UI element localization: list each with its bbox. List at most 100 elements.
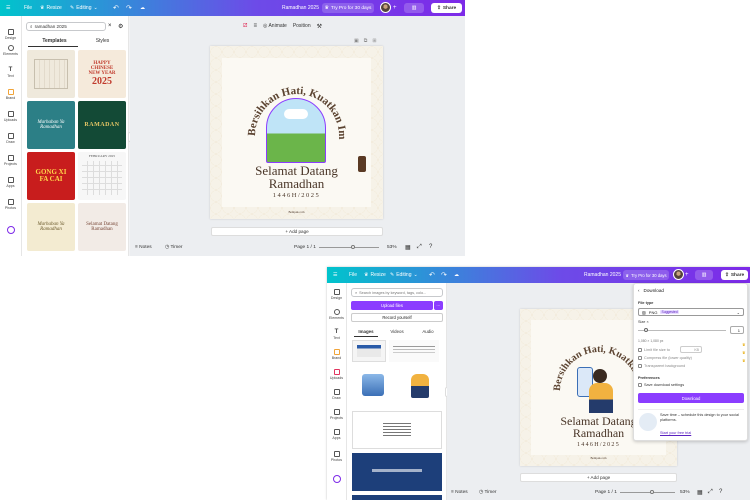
zoom-slider-thumb[interactable] xyxy=(650,490,654,494)
file-menu[interactable]: File xyxy=(349,267,357,283)
tab-images[interactable]: Images xyxy=(351,329,381,334)
template-thumb-4[interactable]: RAMADAN xyxy=(78,101,126,149)
filter-icon[interactable]: ⚒ xyxy=(317,23,322,30)
redo-icon[interactable]: ↷ xyxy=(126,0,132,16)
rail-text[interactable]: T Text xyxy=(327,329,346,340)
avatar[interactable] xyxy=(380,2,391,13)
file-menu[interactable]: File xyxy=(24,0,32,16)
border-style-icon[interactable]: ≡ xyxy=(253,23,257,29)
compress-checkbox[interactable] xyxy=(638,356,642,360)
help-icon[interactable]: ? xyxy=(429,244,432,250)
rail-projects[interactable]: Projects xyxy=(0,155,21,166)
search-input[interactable]: ⌕ Search images by keyword, tags, colo... xyxy=(351,288,443,297)
add-collaborator-icon[interactable]: + xyxy=(393,0,397,16)
template-thumb-5[interactable]: GONG XI FA CAI xyxy=(27,152,75,200)
resize-button[interactable]: ♛ Resize xyxy=(40,0,62,16)
start-trial-link[interactable]: Start your free trial xyxy=(660,431,691,435)
close-icon[interactable]: × xyxy=(108,23,112,29)
back-arrow-icon[interactable]: ‹ xyxy=(638,288,640,293)
document-title[interactable]: Ramadhan 2025 xyxy=(584,267,621,283)
title-line-2[interactable]: Ramadhan xyxy=(210,177,383,190)
design-page[interactable]: Bersihkan Hati, Kuatkan Iman Selamat Dat… xyxy=(210,46,383,219)
avatar[interactable] xyxy=(673,269,684,280)
editing-mode-button[interactable]: ✎ Editing ⌄ xyxy=(70,0,98,16)
template-thumb-8[interactable]: Selamat Datang Ramadhan xyxy=(78,203,126,251)
add-collaborator-icon[interactable]: + xyxy=(685,267,689,283)
template-thumb-6[interactable]: FEBRUARY 2025 xyxy=(78,152,126,200)
more-options-icon[interactable]: ⋯ xyxy=(434,301,443,310)
rail-draw[interactable]: Draw xyxy=(0,133,21,144)
zoom-slider[interactable] xyxy=(620,492,675,493)
upload-thumb-1[interactable] xyxy=(352,340,386,362)
limit-file-size-checkbox[interactable] xyxy=(638,348,642,352)
redo-icon[interactable]: ↷ xyxy=(441,267,447,283)
add-page-button[interactable]: + Add page xyxy=(211,227,383,236)
add-page-icon[interactable]: ⊞ xyxy=(372,38,376,44)
rail-text[interactable]: T Text xyxy=(0,67,21,78)
file-type-select[interactable]: ▨ PNG Suggested ⌄ xyxy=(638,308,744,316)
notes-button[interactable]: ≡ Notes xyxy=(135,245,152,250)
zoom-level[interactable]: 53% xyxy=(387,245,397,250)
duplicate-icon[interactable]: ⧉ xyxy=(364,38,368,44)
tab-audio[interactable]: Audio xyxy=(413,329,443,334)
upload-thumb-3[interactable] xyxy=(352,366,394,406)
resize-button[interactable]: ♛ Resize xyxy=(364,267,386,283)
position-button[interactable]: Position xyxy=(293,23,311,29)
save-settings-checkbox[interactable] xyxy=(638,383,642,387)
notes-button[interactable]: ≡ Notes xyxy=(451,490,468,495)
template-thumb-7[interactable]: Marhaban Ya Ramadhan xyxy=(27,203,75,251)
template-thumb-2[interactable]: HAPPY CHINESE NEW YEAR 2025 xyxy=(78,50,126,98)
rail-photos[interactable]: Photos xyxy=(0,199,21,210)
analytics-icon[interactable]: ▥ xyxy=(404,3,424,13)
rail-design[interactable]: Design xyxy=(327,289,346,300)
year-text[interactable]: 1446H/2025 xyxy=(520,442,677,448)
save-settings-row[interactable]: Save download settings xyxy=(638,383,684,387)
size-input[interactable]: 1 xyxy=(730,326,744,334)
illustration-frame[interactable] xyxy=(571,357,626,413)
tab-videos[interactable]: Videos xyxy=(382,329,412,334)
upload-thumb-4[interactable] xyxy=(399,366,441,406)
rail-brand[interactable]: Brand xyxy=(327,349,346,360)
rail-apps[interactable]: Apps xyxy=(0,177,21,188)
upload-thumb-7[interactable] xyxy=(352,495,442,500)
timer-button[interactable]: ◷ Timer xyxy=(479,490,497,495)
analytics-icon[interactable]: ▥ xyxy=(695,270,713,280)
rail-brand[interactable]: Brand xyxy=(0,89,21,100)
rail-elements[interactable]: Elements xyxy=(327,309,346,320)
zoom-slider-thumb[interactable] xyxy=(351,245,355,249)
record-yourself-button[interactable]: Record yourself xyxy=(351,313,443,322)
document-title[interactable]: Ramadhan 2025 xyxy=(282,0,319,16)
size-slider[interactable] xyxy=(638,330,726,331)
upload-thumb-5[interactable] xyxy=(352,411,442,449)
grid-view-icon[interactable]: ▦ xyxy=(697,489,703,496)
page-indicator[interactable]: Page 1 / 1 xyxy=(595,490,617,495)
zoom-slider[interactable] xyxy=(319,247,379,248)
undo-icon[interactable]: ↶ xyxy=(113,0,119,16)
rail-uploads[interactable]: Uploads xyxy=(0,111,21,122)
upload-thumb-6[interactable] xyxy=(352,453,442,491)
animate-button[interactable]: ◎ Animate xyxy=(263,23,287,29)
undo-icon[interactable]: ↶ xyxy=(429,267,435,283)
rail-projects[interactable]: Projects xyxy=(327,409,346,420)
rail-uploads[interactable]: Uploads xyxy=(327,369,346,380)
rail-design[interactable]: Design xyxy=(0,29,21,40)
landscape-frame-image[interactable] xyxy=(266,98,326,163)
zoom-level[interactable]: 53% xyxy=(680,490,690,495)
transparent-bg-checkbox[interactable] xyxy=(638,364,642,368)
grid-view-icon[interactable]: ▦ xyxy=(405,244,411,251)
help-icon[interactable]: ? xyxy=(719,489,722,495)
transparent-bg-row[interactable]: Transparent background xyxy=(638,364,685,368)
compress-row[interactable]: Compress file (lower quality) xyxy=(638,356,692,360)
download-button[interactable]: Download xyxy=(638,393,744,403)
editing-mode-button[interactable]: ✎ Editing ⌄ xyxy=(390,267,418,283)
year-text[interactable]: 1446H/2025 xyxy=(210,192,383,200)
limit-file-size-row[interactable]: Limit file size to xyxy=(638,348,670,352)
cloud-saved-icon[interactable]: ☁ xyxy=(454,267,459,283)
rail-apps[interactable]: Apps xyxy=(327,429,346,440)
add-page-button[interactable]: + Add page xyxy=(520,473,677,482)
rail-draw[interactable]: Draw xyxy=(327,389,346,400)
fullscreen-icon[interactable]: ⤢ xyxy=(417,244,422,251)
menu-icon[interactable]: ☰ xyxy=(6,0,10,16)
lock-icon[interactable]: ▣ xyxy=(354,38,359,44)
limit-kb-input[interactable]: KB xyxy=(680,346,702,353)
